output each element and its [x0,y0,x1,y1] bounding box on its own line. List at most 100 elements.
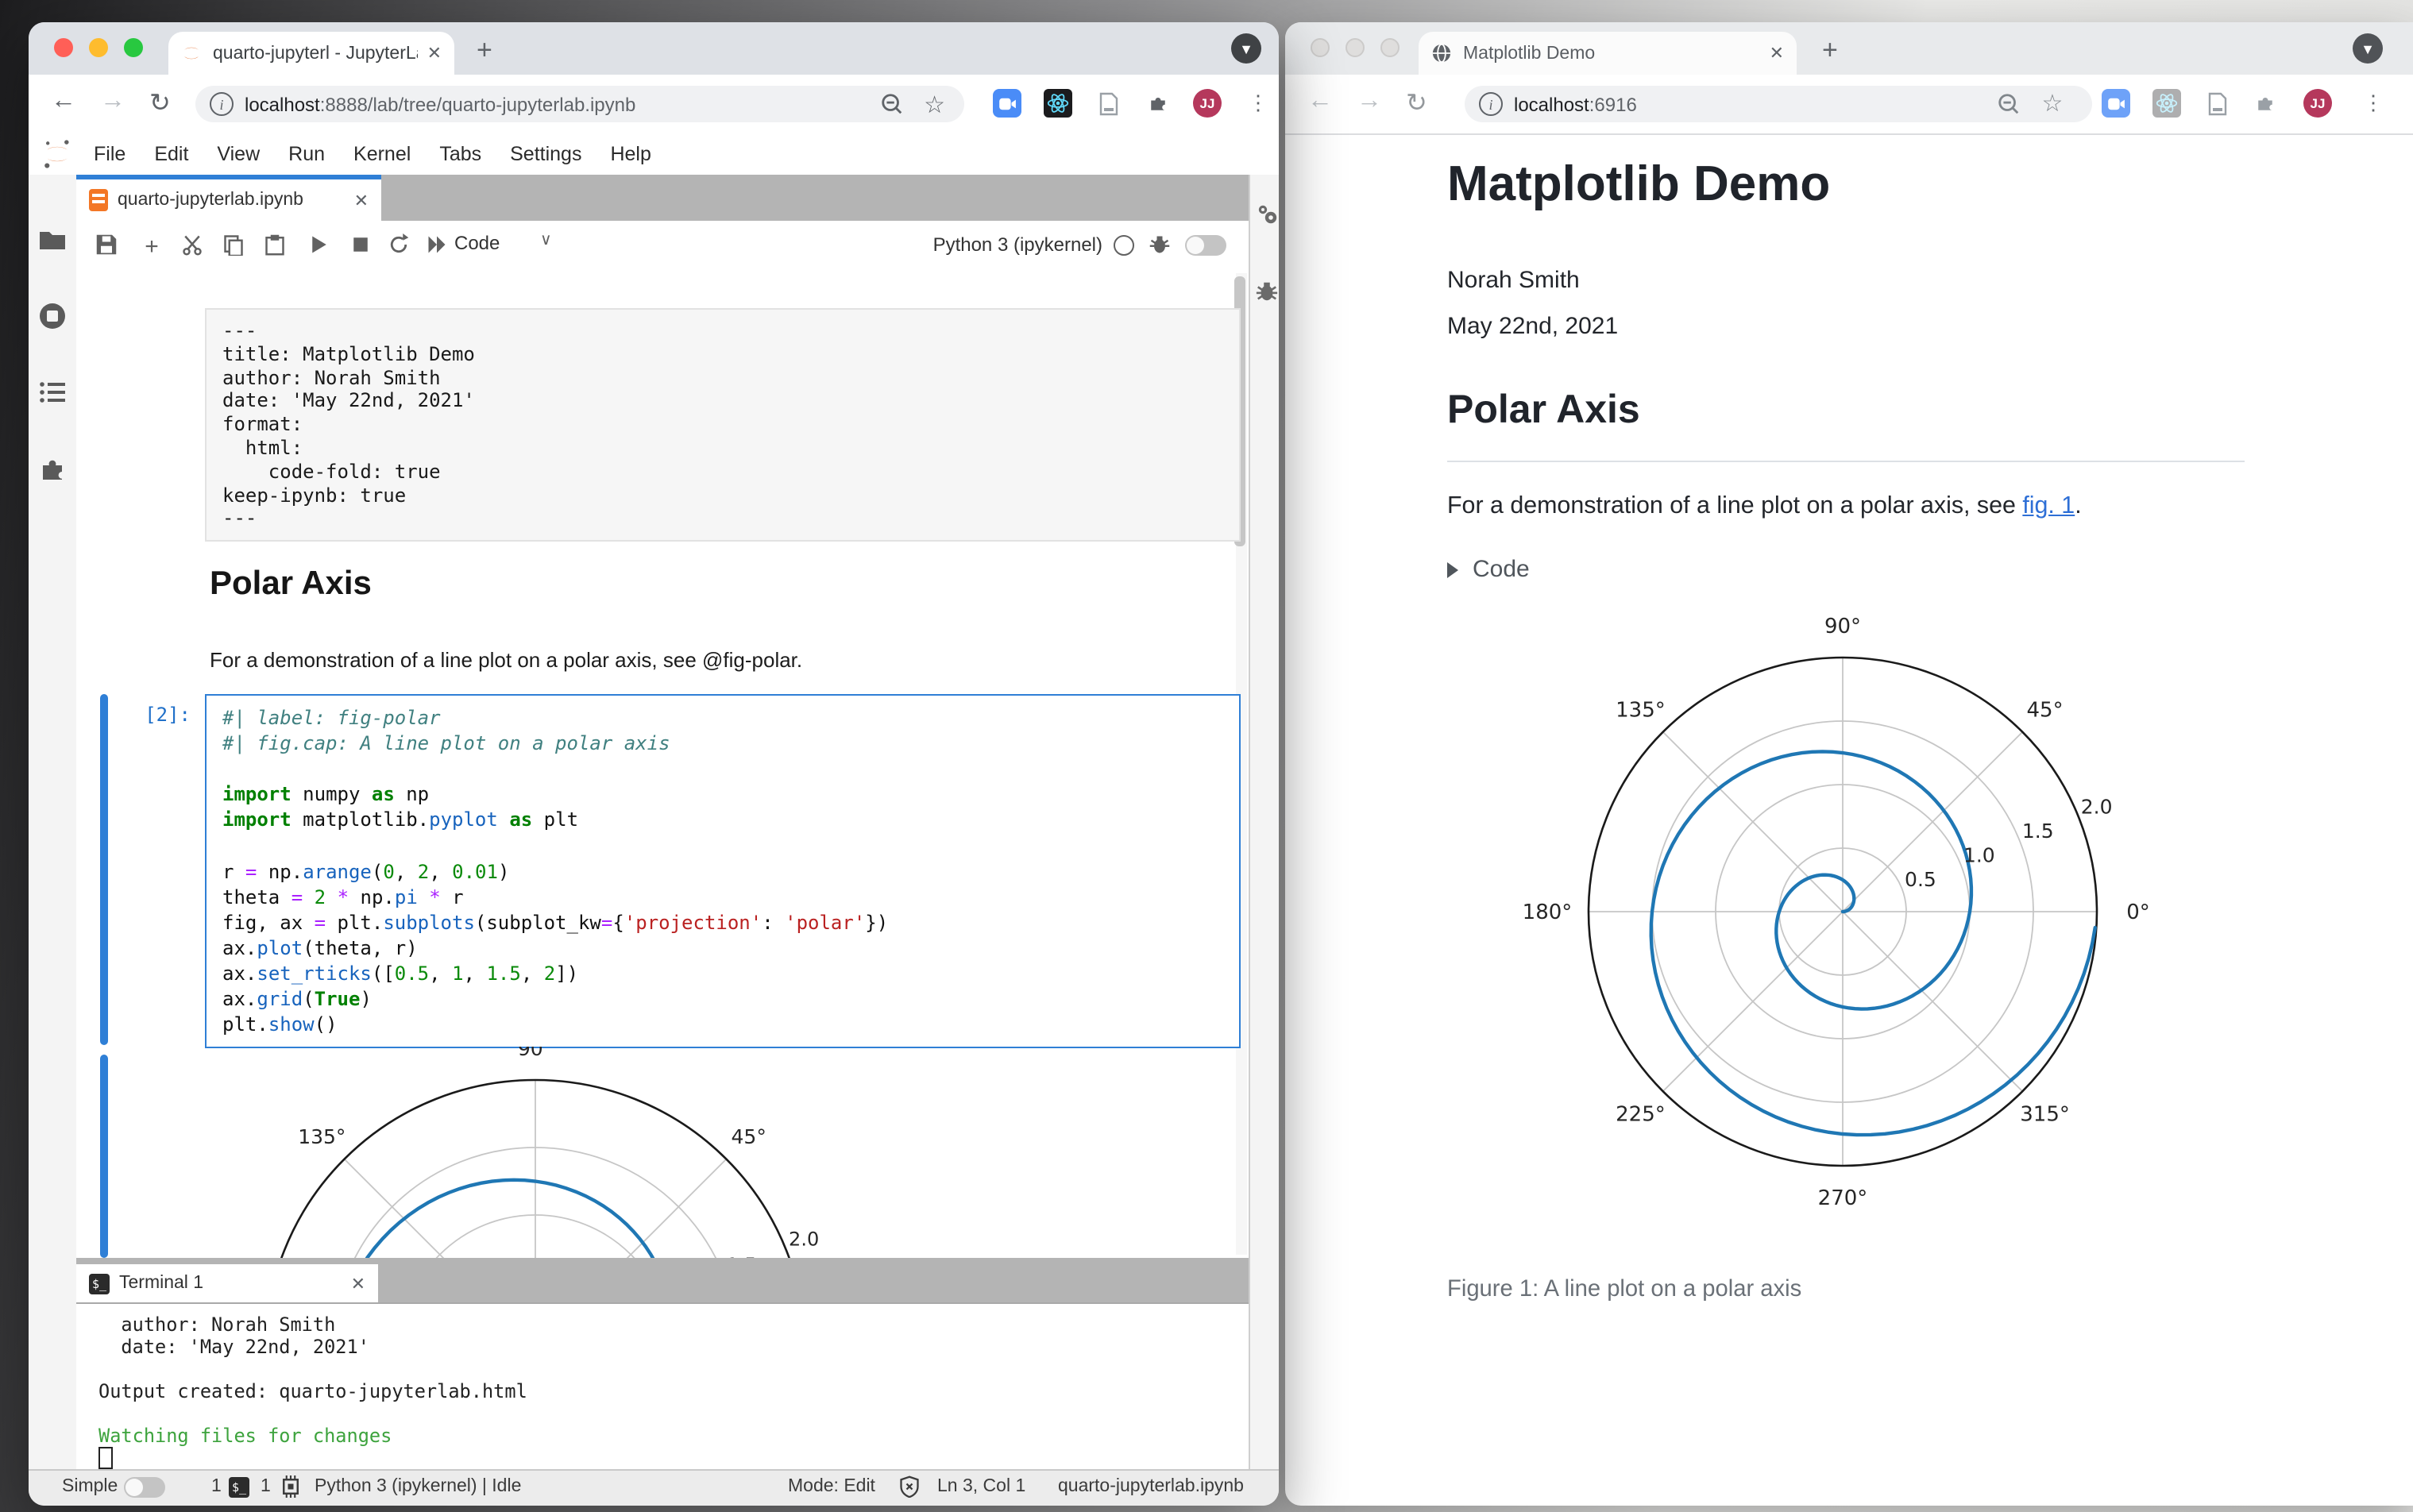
document-extension-icon[interactable] [2203,89,2232,118]
code-line: fig, ax = plt.subplots(subplot_kw={'proj… [222,911,889,934]
debugger-bug-icon[interactable] [1149,233,1172,257]
file-browser-icon[interactable] [38,226,67,254]
yaml-raw-cell[interactable]: --- title: Matplotlib Demo author: Norah S… [205,308,1241,542]
jupyterlab-menubar: File Edit View Run Kernel Tabs Settings Help [29,133,1279,176]
save-button[interactable] [95,233,119,257]
browser-tab[interactable]: quarto-jupyterl - JupyterLab ✕ [168,32,454,75]
traffic-light-minimize[interactable] [89,38,108,57]
menu-view[interactable]: View [217,143,260,165]
tab-search-button[interactable]: ▼ [1231,33,1261,64]
notebook-toolbar-toggle[interactable] [1185,235,1226,256]
zoom-extension-icon[interactable] [993,89,1021,118]
cut-cells-button[interactable] [181,233,205,257]
add-cell-button[interactable]: + [140,233,164,260]
tab-close-icon[interactable]: ✕ [351,1273,365,1294]
menu-tabs[interactable]: Tabs [439,143,481,165]
traffic-light-minimize[interactable] [1345,38,1365,57]
extensions-puzzle-icon[interactable] [1144,89,1172,118]
notebook-tab-title: quarto-jupyterlab.ipynb [118,191,303,210]
extension-manager-icon[interactable] [38,457,67,486]
trust-shield-icon [899,1475,920,1502]
browser-menu-icon[interactable]: ⋮ [1244,89,1272,118]
restart-run-all-button[interactable] [426,233,450,257]
document-extension-icon[interactable] [1095,89,1123,118]
new-tab-button[interactable]: + [477,35,492,67]
kernel-status-text[interactable]: Python 3 (ipykernel) | Idle [315,1477,521,1496]
cell-type-dropdown[interactable]: Code [454,232,500,254]
profile-avatar[interactable]: JJ [1193,89,1222,118]
menu-help[interactable]: Help [610,143,651,165]
code-fold-label: Code [1473,556,1530,583]
traffic-light-zoom[interactable] [124,38,143,57]
running-kernels-icon[interactable] [38,302,67,330]
copy-cells-button[interactable] [222,233,246,257]
code-cell[interactable]: #| label: fig-polar #| fig.cap: A line pl… [205,694,1241,1049]
doc-section-heading: Polar Axis [1447,388,1640,432]
code-fold-toggle[interactable]: Code [1447,556,1530,583]
menu-edit[interactable]: Edit [154,143,188,165]
menu-file[interactable]: File [94,143,125,165]
menu-list: File Edit View Run Kernel Tabs Settings Help [79,143,666,165]
notebook-tab[interactable]: quarto-jupyterlab.ipynb ✕ [76,175,381,221]
forward-button[interactable]: → [100,87,125,116]
terminal-tab[interactable]: $_ Terminal 1 ✕ [76,1264,378,1302]
react-devtools-icon[interactable] [1044,89,1072,118]
simple-mode-toggle[interactable] [124,1477,165,1498]
table-of-contents-icon[interactable] [38,378,67,407]
terminal-icon: $_ [89,1273,110,1294]
svg-text:270°: 270° [1818,1186,1868,1210]
figure-link[interactable]: fig. 1 [2022,492,2075,519]
react-devtools-icon[interactable] [2152,89,2181,118]
new-tab-button[interactable]: + [1822,35,1838,67]
code-line: import matplotlib.pyplot as plt [222,808,579,831]
traffic-light-close[interactable] [54,38,73,57]
browser-tab-strip: Matplotlib Demo ✕ + ▼ [1285,22,2413,75]
terminal-cursor [98,1447,1249,1471]
menu-settings[interactable]: Settings [510,143,581,165]
reload-button[interactable]: ↻ [1406,87,1427,119]
site-info-icon[interactable]: i [210,92,234,116]
site-info-icon[interactable]: i [1479,92,1503,116]
terminal-output[interactable]: author: Norah Smith date: 'May 22nd, 202… [76,1302,1249,1471]
traffic-light-close[interactable] [1311,38,1330,57]
debugger-icon[interactable] [1255,280,1279,308]
mode-indicator[interactable]: Mode: Edit [788,1477,875,1496]
address-bar[interactable]: i localhost:8888/lab/tree/quarto-jupyter… [195,86,964,122]
cell-collapser[interactable] [100,694,108,1045]
svg-text:1.0: 1.0 [1963,844,1995,867]
profile-avatar[interactable]: JJ [2303,89,2332,118]
property-inspector-icon[interactable] [1255,203,1279,232]
back-button[interactable]: ← [1307,87,1333,116]
paste-cells-button[interactable] [264,233,288,257]
zoom-page-icon[interactable] [880,92,904,117]
back-button[interactable]: ← [51,87,76,116]
bookmark-star-icon[interactable]: ☆ [2038,89,2067,118]
interrupt-kernel-button[interactable] [349,233,373,257]
tab-close-icon[interactable]: ✕ [354,190,369,210]
zoom-extension-icon[interactable] [2102,89,2130,118]
svg-text:315°: 315° [2020,1103,2070,1127]
active-file-name: quarto-jupyterlab.ipynb [1058,1477,1244,1496]
notebook-output-area: 0°45°90°135°180°225°270°315°0.51.01.52.0 [205,1047,1241,1258]
bookmark-star-icon[interactable]: ☆ [924,90,945,118]
code-line: plt.show() [222,1013,338,1036]
code-line: #| label: fig-polar [222,707,441,729]
cursor-position[interactable]: Ln 3, Col 1 [937,1477,1025,1496]
menu-kernel[interactable]: Kernel [353,143,411,165]
run-cell-button[interactable] [308,233,332,257]
traffic-light-zoom[interactable] [1380,38,1400,57]
menu-run[interactable]: Run [288,143,325,165]
forward-button[interactable]: → [1357,87,1382,116]
reload-button[interactable]: ↻ [149,87,171,119]
restart-kernel-button[interactable] [388,233,411,257]
browser-menu-icon[interactable]: ⋮ [2359,89,2388,118]
browser-tab[interactable]: Matplotlib Demo ✕ [1419,32,1797,75]
extensions-puzzle-icon[interactable] [2251,89,2280,118]
markdown-paragraph: For a demonstration of a line plot on a … [210,648,803,672]
tab-close-icon[interactable]: ✕ [1770,43,1784,64]
tab-close-icon[interactable]: ✕ [427,43,442,64]
tab-search-button[interactable]: ▼ [2353,33,2383,64]
zoom-page-icon[interactable] [1994,89,2022,118]
kernel-name[interactable]: Python 3 (ipykernel) [933,233,1102,256]
output-collapser[interactable] [100,1055,108,1258]
